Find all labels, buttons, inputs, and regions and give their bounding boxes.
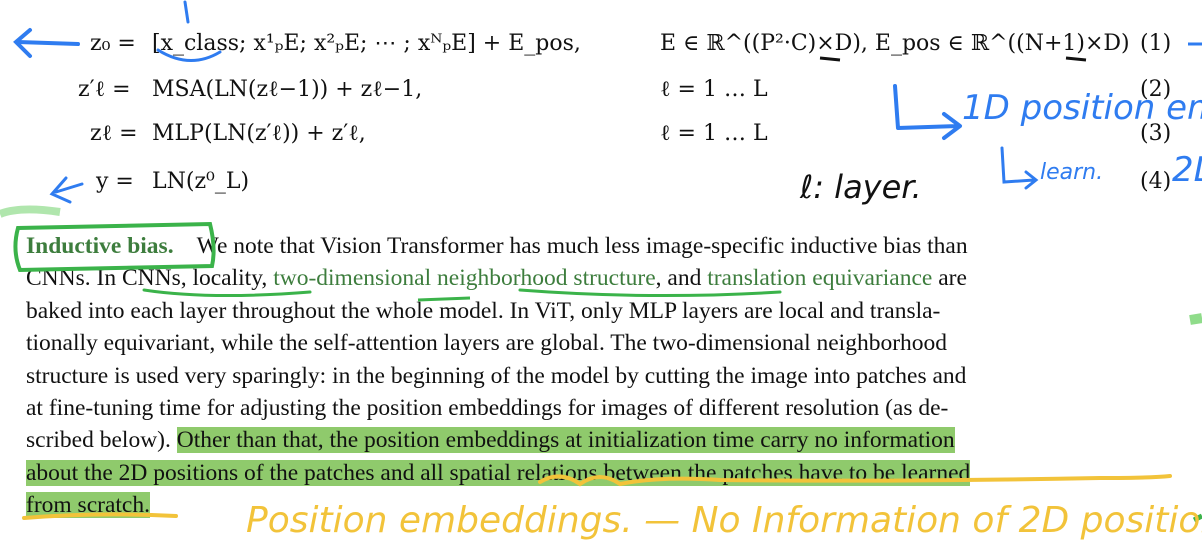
- green-edge-mark-1-icon: [1189, 313, 1202, 325]
- blue-tick-top-icon: [183, 0, 190, 24]
- note-1d-position: 1D position em: [962, 88, 1202, 128]
- blue-arrow-eq4-icon: [49, 176, 84, 204]
- yellow-underline-2-icon: [22, 512, 178, 520]
- blue-arrow-eq1-icon: [13, 28, 80, 58]
- green-underline-cnns-icon: [142, 288, 312, 298]
- green-dash-icon: [417, 296, 471, 302]
- yellow-underline-1-icon: [538, 474, 1172, 487]
- underline-d1-icon: [819, 56, 841, 62]
- green-smear-left-icon: [0, 205, 61, 218]
- green-underline-structure-icon: [518, 288, 782, 298]
- green-box-heading-icon: [13, 221, 216, 273]
- underline-d2-icon: [1065, 56, 1087, 62]
- note-bottom: Position embeddings. — No Information of…: [246, 500, 1202, 541]
- note-layer: ℓ: layer.: [800, 168, 922, 206]
- note-learn: learn.: [1040, 160, 1104, 185]
- blue-underline-xclass-icon: [156, 48, 222, 62]
- blue-small-elbow-icon: [1000, 146, 1039, 190]
- note-2d: 2D: [1172, 150, 1202, 190]
- ink-annotations: [0, 0, 1202, 523]
- blue-elbow-arrow-icon: [893, 84, 962, 140]
